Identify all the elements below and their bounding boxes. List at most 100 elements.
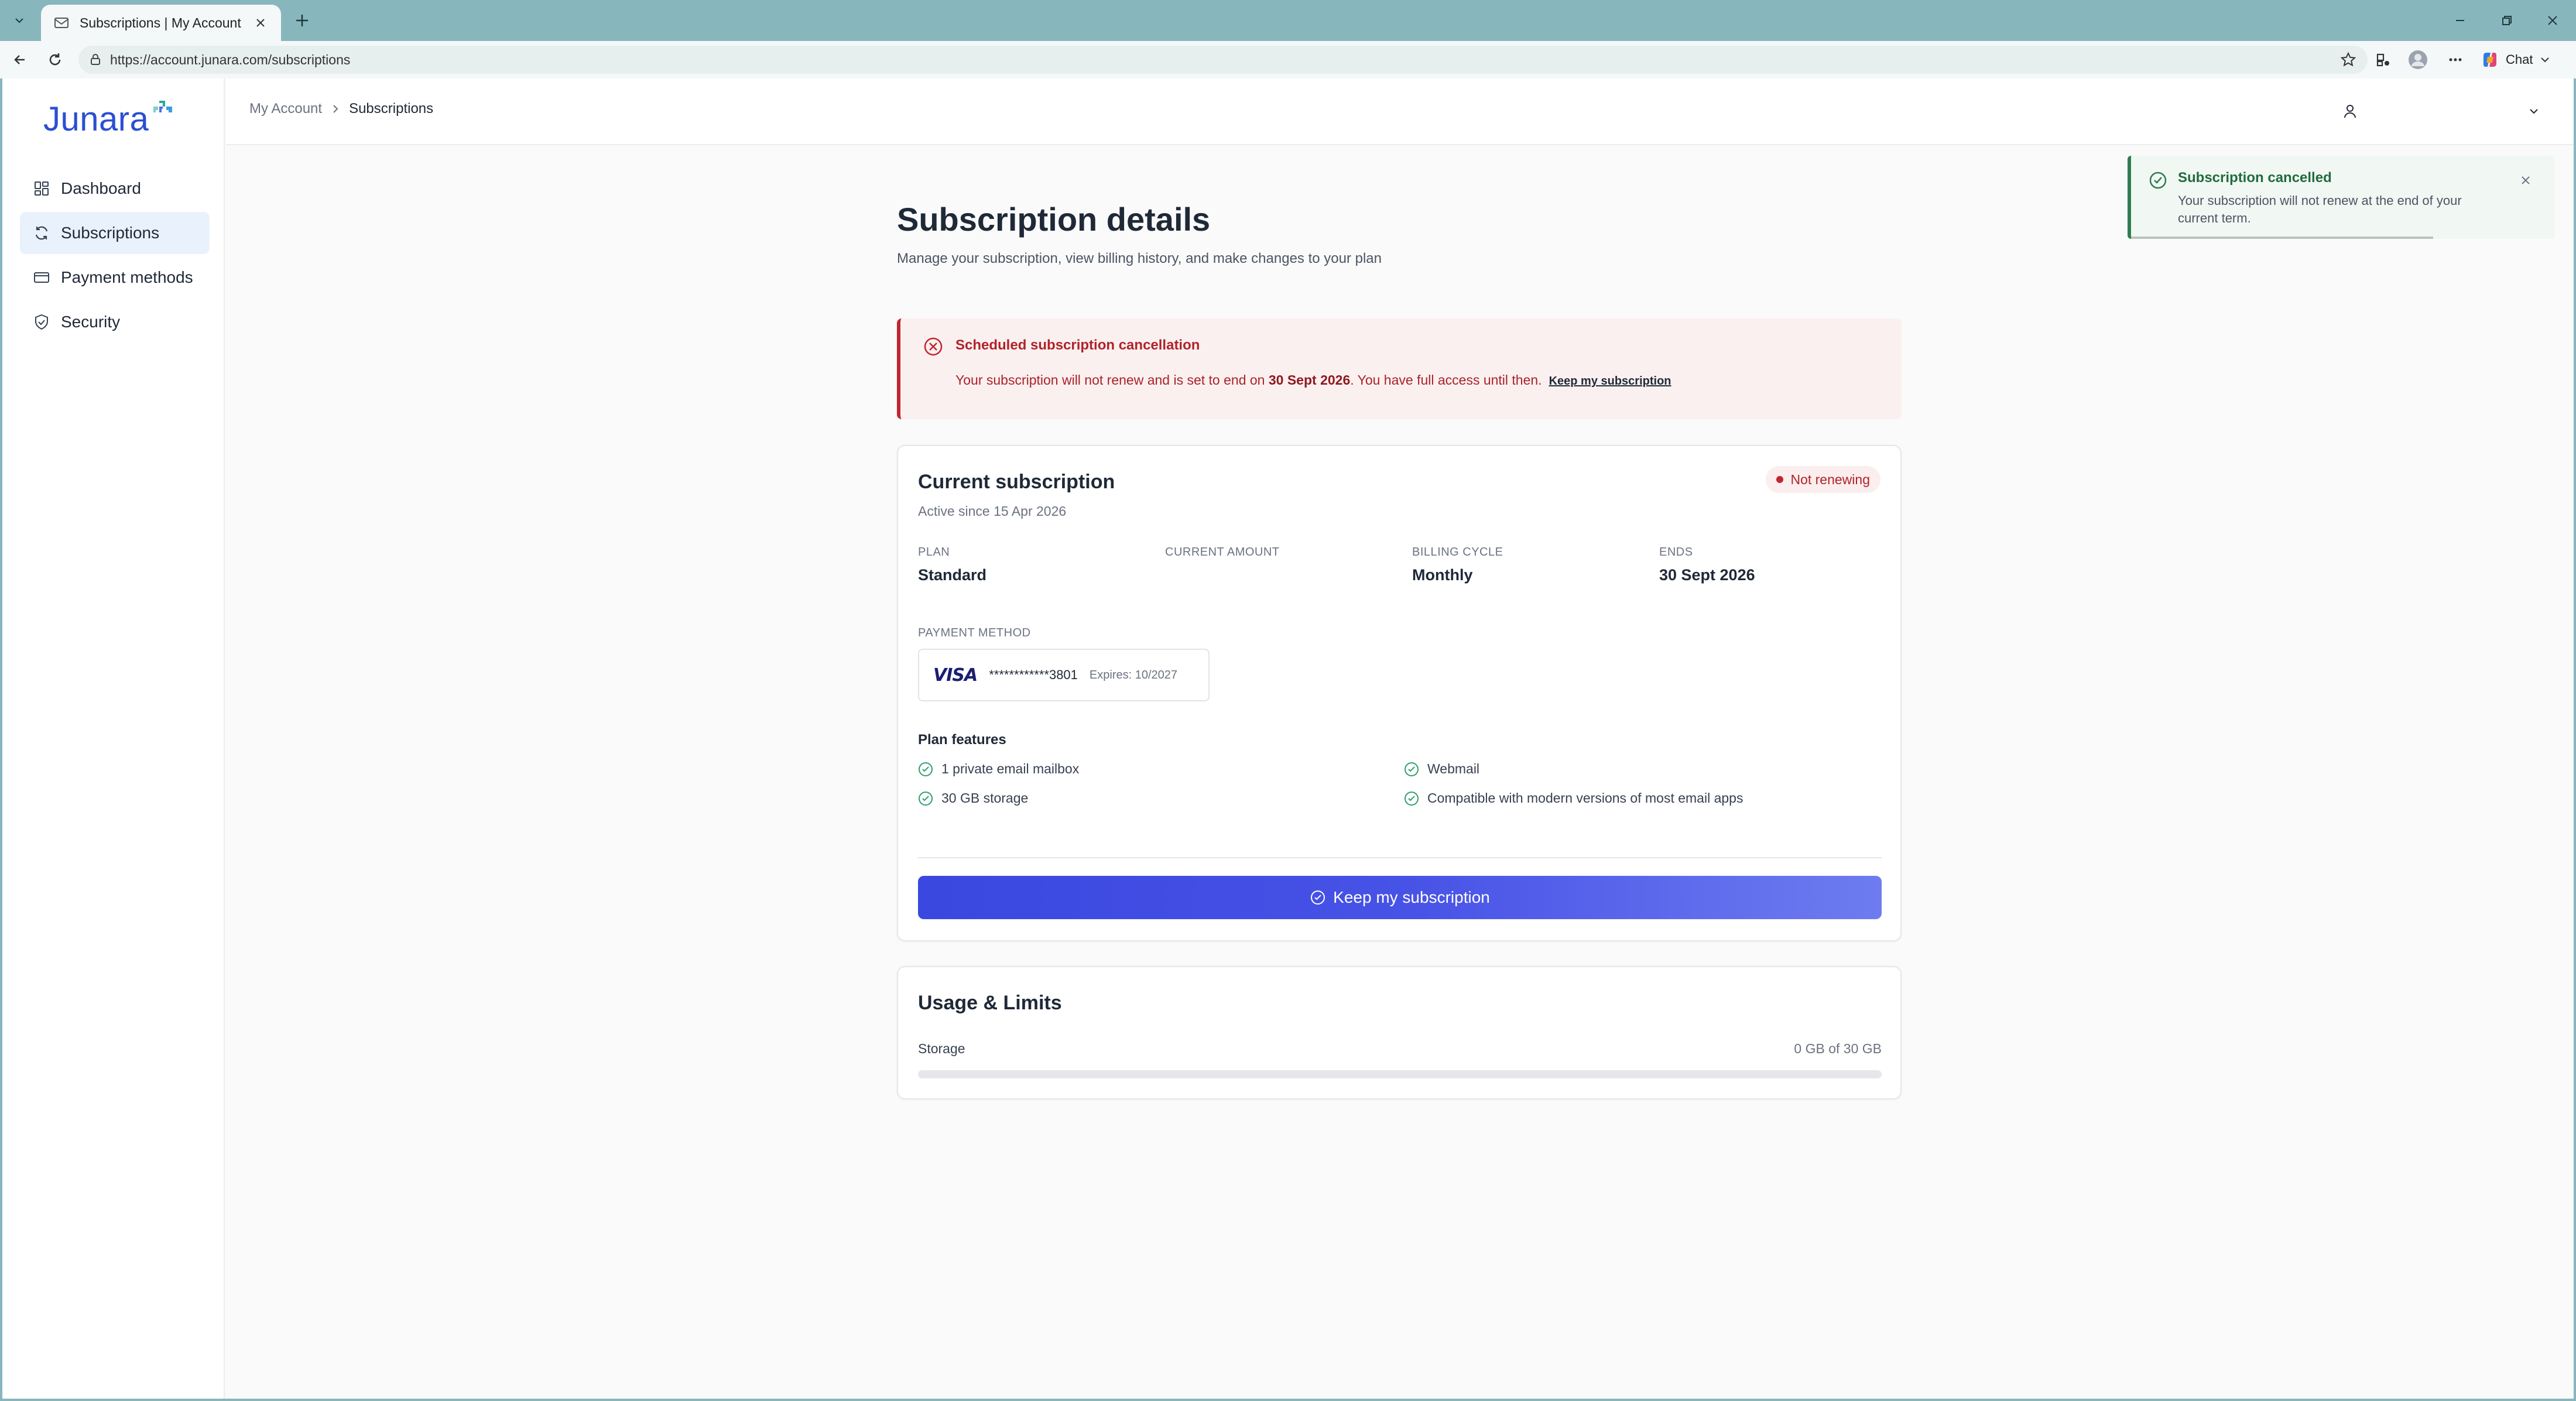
more-options-button[interactable] bbox=[2443, 47, 2468, 73]
sidebar-item-dashboard[interactable]: Dashboard bbox=[20, 167, 210, 210]
close-icon bbox=[2548, 16, 2557, 25]
storage-row: Storage 0 GB of 30 GB bbox=[918, 1041, 1882, 1057]
feature-text: Webmail bbox=[1427, 761, 1480, 776]
feature-item: Compatible with modern versions of most … bbox=[1404, 790, 1743, 806]
toast-close-icon[interactable] bbox=[2515, 170, 2536, 191]
breadcrumb: My Account Subscriptions bbox=[249, 101, 433, 117]
keep-subscription-label: Keep my subscription bbox=[1333, 888, 1490, 906]
field-label: BILLING CYCLE bbox=[1412, 546, 1503, 559]
site-info-icon[interactable] bbox=[89, 53, 102, 66]
chat-button[interactable]: Chat bbox=[2480, 47, 2551, 73]
refresh-icon bbox=[32, 223, 52, 243]
billing-cycle-field: BILLING CYCLE Monthly bbox=[1412, 546, 1503, 584]
tab-close-icon[interactable] bbox=[252, 14, 269, 32]
field-label: CURRENT AMOUNT bbox=[1165, 546, 1280, 559]
bookmark-star-icon[interactable] bbox=[2339, 51, 2357, 68]
check-circle-icon bbox=[1404, 791, 1419, 806]
check-circle-icon bbox=[1310, 889, 1326, 906]
toast-title: Subscription cancelled bbox=[2178, 170, 2332, 186]
minimize-button[interactable] bbox=[2443, 6, 2478, 35]
copilot-icon bbox=[2483, 53, 2496, 67]
user-menu-toggle[interactable] bbox=[2522, 100, 2546, 123]
browser-tab-bar: Subscriptions | My Account bbox=[0, 0, 2576, 41]
feature-item: Webmail bbox=[1404, 761, 1479, 777]
field-label: ENDS bbox=[1659, 546, 1693, 559]
user-menu-button[interactable] bbox=[2338, 100, 2362, 123]
restore-button[interactable] bbox=[2489, 6, 2524, 35]
extensions-button[interactable] bbox=[2370, 47, 2396, 73]
cancellation-alert: Scheduled subscription cancellation Your… bbox=[897, 318, 1902, 419]
check-circle-icon bbox=[2149, 171, 2167, 190]
credit-card-icon bbox=[32, 268, 52, 287]
shield-icon bbox=[32, 312, 52, 332]
restore-icon bbox=[2502, 16, 2512, 25]
alert-message-start: Your subscription will not renew and is … bbox=[955, 372, 1269, 388]
brand-mark-icon bbox=[151, 98, 174, 122]
check-circle-icon bbox=[918, 762, 933, 777]
chevron-down-icon bbox=[2541, 57, 2550, 63]
alert-message: Your subscription will not renew and is … bbox=[955, 372, 1671, 388]
url-text: https://account.junara.com/subscriptions bbox=[110, 52, 351, 67]
card-number: ************3801 bbox=[989, 667, 1078, 682]
current-subscription-card: Current subscription Active since 15 Apr… bbox=[897, 445, 1902, 941]
card-expiry: Expires: 10/2027 bbox=[1089, 668, 1178, 681]
usage-limits-card: Usage & Limits Storage 0 GB of 30 GB bbox=[897, 966, 1902, 1099]
breadcrumb-my-account[interactable]: My Account bbox=[249, 101, 322, 117]
feature-text: 1 private email mailbox bbox=[941, 761, 1080, 776]
sidebar-item-subscriptions[interactable]: Subscriptions bbox=[20, 212, 210, 254]
sidebar-item-label: Subscriptions bbox=[61, 224, 160, 242]
field-value: Standard bbox=[918, 566, 987, 584]
current-amount-field: CURRENT AMOUNT bbox=[1165, 546, 1280, 566]
card-title: Usage & Limits bbox=[918, 992, 1062, 1014]
feature-item: 1 private email mailbox bbox=[918, 761, 1079, 777]
divider bbox=[918, 857, 1882, 858]
visa-logo: VISA bbox=[933, 664, 978, 686]
close-window-button[interactable] bbox=[2535, 6, 2570, 35]
plus-icon bbox=[296, 15, 308, 26]
minimize-icon bbox=[2456, 20, 2464, 21]
alert-keep-subscription-link[interactable]: Keep my subscription bbox=[1549, 375, 1671, 388]
sidebar-nav: Dashboard Subscriptions Payment methods … bbox=[20, 167, 210, 345]
user-icon bbox=[2344, 105, 2356, 118]
x-circle-icon bbox=[923, 336, 944, 357]
address-bar[interactable]: https://account.junara.com/subscriptions bbox=[78, 46, 2368, 74]
keep-subscription-button[interactable]: Keep my subscription bbox=[918, 876, 1882, 919]
sidebar-item-payment-methods[interactable]: Payment methods bbox=[20, 256, 210, 299]
sidebar-item-label: Payment methods bbox=[61, 268, 193, 286]
chevron-down-icon bbox=[2530, 109, 2538, 114]
ends-field: ENDS 30 Sept 2026 bbox=[1659, 546, 1755, 584]
back-button[interactable] bbox=[7, 47, 33, 73]
reload-button[interactable] bbox=[42, 47, 68, 73]
field-label: PLAN bbox=[918, 546, 950, 559]
page-title: Subscription details bbox=[897, 201, 1211, 238]
brand-logo[interactable]: Junara bbox=[43, 100, 174, 139]
status-dot bbox=[1776, 476, 1784, 483]
payment-method-card: VISA ************3801 Expires: 10/2027 bbox=[918, 649, 1210, 701]
arrow-left-icon bbox=[14, 55, 25, 64]
tab-list-button[interactable] bbox=[5, 6, 34, 35]
new-tab-button[interactable] bbox=[290, 9, 314, 32]
storage-label: Storage bbox=[918, 1041, 965, 1056]
page-viewport: Junara Dashboard Subscriptions Payment m… bbox=[2, 78, 2574, 1399]
reload-icon bbox=[49, 53, 61, 66]
check-circle-icon bbox=[918, 791, 933, 806]
sidebar-item-security[interactable]: Security bbox=[20, 301, 210, 343]
extensions-icon bbox=[2376, 53, 2389, 67]
status-badge: Not renewing bbox=[1766, 466, 1880, 493]
sidebar: Junara Dashboard Subscriptions Payment m… bbox=[2, 78, 225, 1399]
profile-button[interactable] bbox=[2405, 47, 2431, 73]
browser-tab[interactable]: Subscriptions | My Account bbox=[41, 5, 281, 41]
storage-value: 0 GB of 30 GB bbox=[1794, 1041, 1882, 1056]
toast-notification: Subscription cancelled Your subscription… bbox=[2128, 156, 2555, 239]
field-value: Monthly bbox=[1412, 566, 1473, 584]
chevron-right-icon bbox=[330, 104, 341, 114]
check-circle-icon bbox=[1404, 762, 1419, 777]
mail-icon bbox=[53, 14, 70, 32]
app-header: My Account Subscriptions bbox=[226, 78, 2574, 145]
browser-toolbar: https://account.junara.com/subscriptions… bbox=[0, 41, 2576, 78]
alert-title: Scheduled subscription cancellation bbox=[955, 337, 1200, 353]
plan-features-title: Plan features bbox=[918, 732, 1006, 748]
tab-title: Subscriptions | My Account bbox=[80, 15, 241, 30]
toast-timer-bar bbox=[2131, 237, 2433, 239]
sidebar-item-label: Dashboard bbox=[61, 179, 141, 197]
